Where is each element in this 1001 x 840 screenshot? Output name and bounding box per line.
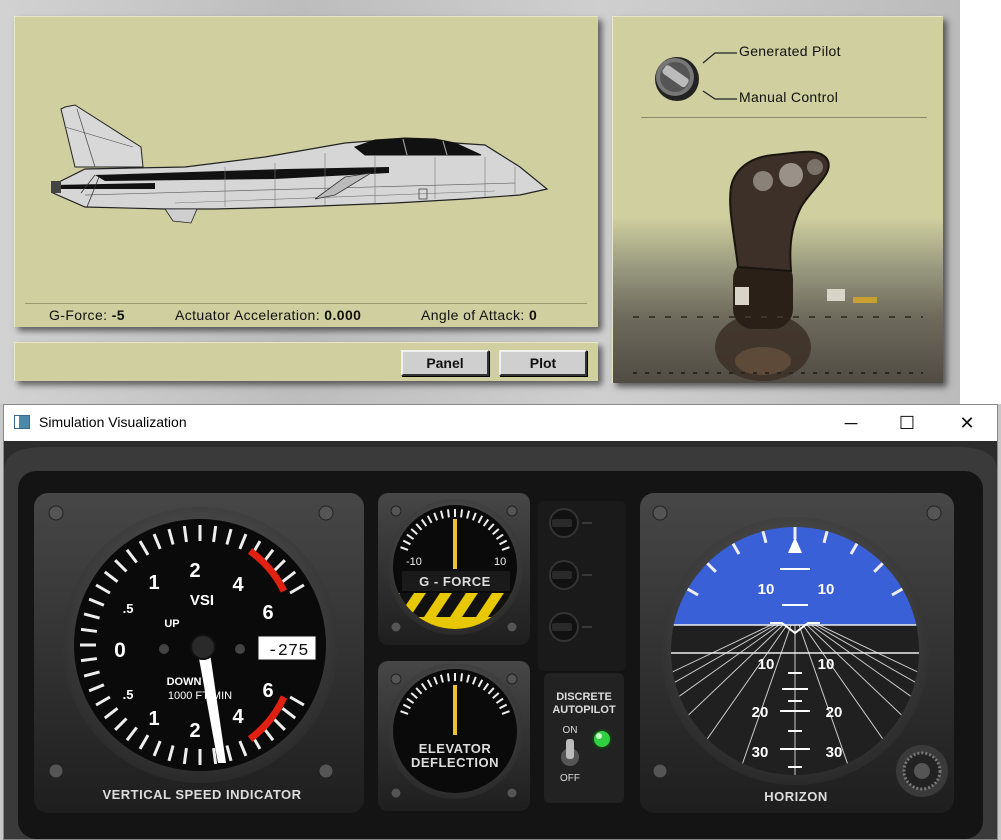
plot-button[interactable]: Plot xyxy=(499,350,587,376)
manual-control-option[interactable]: Manual Control xyxy=(739,89,838,105)
button-bar: Panel Plot xyxy=(14,342,598,381)
vsi-tick-4-up: 4 xyxy=(232,574,244,596)
joystick-image[interactable] xyxy=(613,147,943,383)
f14-aircraft-side-view xyxy=(51,104,549,224)
g-force-value: -5 xyxy=(111,307,125,323)
vsi-scale-tick xyxy=(182,747,188,765)
autopilot-label-1: DISCRETE xyxy=(556,691,612,703)
autopilot-led xyxy=(592,729,612,749)
pitch-mark-30-left: 30 xyxy=(752,744,769,761)
vsi-tick-half-down: .5 xyxy=(123,687,134,702)
aoa-value: 0 xyxy=(528,307,538,323)
g-force-label: G-Force: xyxy=(49,307,108,323)
vsi-scale-tick xyxy=(80,627,98,633)
actuator-readout: Actuator Acceleration: 0.000 xyxy=(175,307,361,323)
autopilot-off-label: OFF xyxy=(560,773,580,784)
g-force-label: G - FORCE xyxy=(419,574,491,589)
autopilot-label-2: AUTOPILOT xyxy=(552,704,616,716)
vsi-tick-6-up: 6 xyxy=(262,602,273,624)
vsi-title: VERTICAL SPEED INDICATOR xyxy=(102,787,301,802)
elevator-scale-tick xyxy=(446,673,450,682)
pitch-mark-20-left: 20 xyxy=(752,704,769,721)
pitch-mark-10-down-right: 10 xyxy=(818,656,835,673)
pitch-mark-20-right: 20 xyxy=(826,704,843,721)
vsi-units-label: 1000 FT/MIN xyxy=(168,690,232,702)
vsi-tick-half-up: .5 xyxy=(123,601,134,616)
vsi-center-label: VSI xyxy=(190,592,214,609)
pitch-mark-10-up-right: 10 xyxy=(818,581,835,598)
elevator-needle xyxy=(453,685,457,735)
g-force-max: 10 xyxy=(494,556,506,568)
g-force-scale-tick xyxy=(460,509,464,518)
pitch-mark-10-down-left: 10 xyxy=(758,656,775,673)
selector-divider xyxy=(641,117,927,118)
vsi-tick-4-down: 4 xyxy=(232,706,244,728)
actuator-value: 0.000 xyxy=(324,307,362,323)
aoa-readout: Angle of Attack: 0 xyxy=(421,307,537,323)
g-force-min: -10 xyxy=(406,556,422,568)
vsi-readout: -275 xyxy=(268,642,309,661)
pilot-mode-knob[interactable] xyxy=(651,53,707,109)
elevator-label-1: ELEVATOR xyxy=(419,741,492,756)
minimize-button[interactable]: ─ xyxy=(828,405,874,441)
selector-leader-lines xyxy=(702,52,737,100)
vsi-up-label: UP xyxy=(164,618,179,630)
vsi-scale-tick xyxy=(212,747,218,765)
instrument-panel: 1 2 4 6 0 1 2 4 6 .5 .5 VSI UP DOWN 1000… xyxy=(4,441,997,839)
vsi-tick-1-down: 1 xyxy=(148,708,159,730)
vsi-tick-zero: 0 xyxy=(114,639,126,662)
panel-button[interactable]: Panel xyxy=(401,350,489,376)
elevator-label-2: DEFLECTION xyxy=(411,755,499,770)
close-button[interactable]: ✕ xyxy=(944,405,990,441)
vsi-tick-6-down: 6 xyxy=(262,680,273,702)
desktop-gap xyxy=(960,0,1001,404)
actuator-label: Actuator Acceleration: xyxy=(175,307,320,323)
g-force-readout: G-Force: -5 xyxy=(49,307,125,323)
vsi-scale-tick xyxy=(212,525,218,543)
window-title: Simulation Visualization xyxy=(39,414,187,430)
vsi-scale-tick xyxy=(182,525,188,543)
pitch-mark-10-up-left: 10 xyxy=(758,581,775,598)
readout-divider xyxy=(25,303,587,304)
vsi-down-label: DOWN xyxy=(167,676,202,688)
autopilot-on-label: ON xyxy=(563,725,578,736)
aoa-label: Angle of Attack: xyxy=(421,307,525,323)
vsi-scale-tick xyxy=(80,657,98,663)
vsi-tick-2-down: 2 xyxy=(189,720,200,742)
generated-pilot-option[interactable]: Generated Pilot xyxy=(739,43,841,59)
g-force-scale-tick xyxy=(446,509,450,518)
elevator-deflection-gauge: ELEVATOR DEFLECTION xyxy=(387,663,523,799)
app-icon xyxy=(14,415,30,429)
g-force-needle xyxy=(453,519,457,569)
vsi-tick-2-up: 2 xyxy=(189,560,200,582)
maximize-button[interactable]: ☐ xyxy=(884,405,930,441)
aircraft-view-panel: G-Force: -5 Actuator Acceleration: 0.000… xyxy=(14,16,598,327)
window-titlebar: Simulation Visualization ─ ☐ ✕ xyxy=(4,405,997,441)
elevator-scale-tick xyxy=(460,673,464,682)
pilot-control-panel: Generated Pilot Manual Control xyxy=(612,16,943,383)
pitch-mark-30-right: 30 xyxy=(826,744,843,761)
horizon-adjust-knob[interactable] xyxy=(896,745,948,797)
vsi-tick-1-up: 1 xyxy=(148,572,159,594)
horizon-title: HORIZON xyxy=(764,789,827,804)
